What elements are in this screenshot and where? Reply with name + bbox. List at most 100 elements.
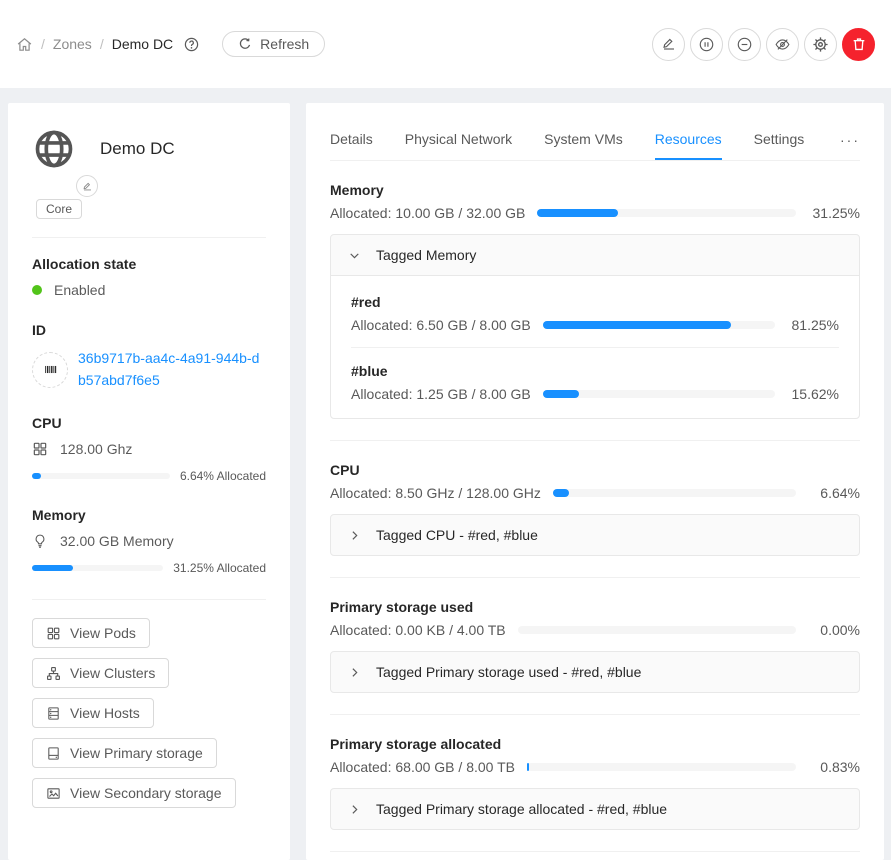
eye-invisible-icon — [774, 36, 791, 53]
tagged-storage-used-header[interactable]: Tagged Primary storage used - #red, #blu… — [331, 652, 859, 692]
breadcrumb: / Zones / Demo DC Refresh — [16, 31, 325, 57]
tag-blue-progressbar — [543, 390, 775, 398]
cpu-field: CPU 128.00 Ghz 6.64% Allocated — [32, 415, 266, 483]
tab-resources[interactable]: Resources — [655, 119, 722, 160]
breadcrumb-current: Demo DC — [112, 36, 173, 52]
button-label: View Clusters — [70, 665, 155, 681]
allocated-text: Allocated: 8.50 GHz / 128.00 GHz — [330, 485, 541, 501]
chevron-right-icon — [348, 666, 361, 679]
pause-button[interactable] — [690, 28, 723, 61]
section-title: CPU — [330, 462, 860, 478]
pencil-icon — [82, 181, 93, 192]
memory-field: Memory 32.00 GB Memory 31.25% Allocated — [32, 507, 266, 575]
percent-label: 0.00% — [808, 622, 860, 638]
button-label: View Hosts — [70, 705, 140, 721]
tagged-storage-allocated-panel: Tagged Primary storage allocated - #red,… — [330, 788, 860, 830]
tag-name: #red — [351, 294, 839, 310]
cpu-percent-label: 6.64% Allocated — [180, 469, 266, 483]
allocated-text: Allocated: 6.50 GB / 8.00 GB — [351, 317, 531, 333]
refresh-button[interactable]: Refresh — [222, 31, 325, 57]
action-buttons — [652, 28, 875, 61]
disable-button[interactable] — [728, 28, 761, 61]
tagged-cpu-header[interactable]: Tagged CPU - #red, #blue — [331, 515, 859, 555]
view-secondary-storage-button[interactable]: View Secondary storage — [32, 778, 236, 808]
button-label: View Pods — [70, 625, 136, 641]
divider — [32, 599, 266, 600]
zone-info-card: Demo DC Core Allocation state Enabled ID — [8, 103, 290, 860]
hdd-icon — [46, 746, 61, 761]
refresh-label: Refresh — [260, 36, 309, 52]
tab-settings[interactable]: Settings — [754, 119, 805, 160]
allocation-state-label: Allocation state — [32, 256, 266, 272]
edit-button[interactable] — [652, 28, 685, 61]
pencil-icon — [661, 36, 677, 52]
delete-button[interactable] — [842, 28, 875, 61]
tag-name: #blue — [351, 363, 839, 379]
tag-red-progressbar — [543, 321, 775, 329]
tagged-row-blue: #blue Allocated: 1.25 GB / 8.00 GB 15.62… — [351, 363, 839, 402]
tab-details[interactable]: Details — [330, 119, 373, 160]
percent-label: 15.62% — [787, 386, 839, 402]
percent-label: 31.25% — [808, 205, 860, 221]
gear-icon — [812, 36, 829, 53]
settings-button[interactable] — [804, 28, 837, 61]
id-label: ID — [32, 322, 266, 338]
view-clusters-button[interactable]: View Clusters — [32, 658, 169, 688]
edit-name-button[interactable] — [76, 175, 98, 197]
allocation-state-field: Allocation state Enabled — [32, 256, 266, 298]
view-pods-button[interactable]: View Pods — [32, 618, 150, 648]
content-area: Demo DC Core Allocation state Enabled ID — [0, 88, 891, 860]
more-tabs-button[interactable]: ··· — [840, 132, 860, 148]
memory-percent-label: 31.25% Allocated — [173, 561, 266, 575]
button-label: View Primary storage — [70, 745, 203, 761]
section-primary-storage-used: Primary storage used Allocated: 0.00 KB … — [330, 599, 860, 693]
tab-physical-network[interactable]: Physical Network — [405, 119, 512, 160]
allocated-text: Allocated: 1.25 GB / 8.00 GB — [351, 386, 531, 402]
allocated-text: Allocated: 0.00 KB / 4.00 TB — [330, 622, 506, 638]
database-icon — [46, 706, 61, 721]
panel-title: Tagged Primary storage allocated - #red,… — [376, 801, 667, 817]
percent-label: 0.83% — [808, 759, 860, 775]
bulb-icon — [32, 533, 48, 549]
divider — [32, 237, 266, 238]
allocated-text: Allocated: 10.00 GB / 32.00 GB — [330, 205, 525, 221]
question-circle-icon[interactable] — [183, 36, 200, 53]
allocated-text: Allocated: 68.00 GB / 8.00 TB — [330, 759, 515, 775]
breadcrumb-separator: / — [41, 36, 45, 52]
divider — [351, 347, 839, 348]
section-title: Primary storage allocated — [330, 736, 860, 752]
chevron-right-icon — [348, 803, 361, 816]
cpu-progressbar — [553, 489, 796, 497]
section-memory: Memory Allocated: 10.00 GB / 32.00 GB 31… — [330, 182, 860, 419]
panel-title: Tagged Primary storage used - #red, #blu… — [376, 664, 641, 680]
copy-id-button[interactable] — [32, 352, 68, 388]
memory-progress — [32, 565, 163, 571]
breadcrumb-zones[interactable]: Zones — [53, 36, 92, 52]
tagged-row-red: #red Allocated: 6.50 GB / 8.00 GB 81.25% — [351, 294, 839, 333]
section-cpu: CPU Allocated: 8.50 GHz / 128.00 GHz 6.6… — [330, 462, 860, 556]
appstore-icon — [46, 626, 61, 641]
tab-system-vms[interactable]: System VMs — [544, 119, 623, 160]
zone-title: Demo DC — [100, 139, 175, 159]
percent-label: 81.25% — [787, 317, 839, 333]
divider — [330, 851, 860, 852]
cpu-progress — [32, 473, 170, 479]
tagged-memory-header[interactable]: Tagged Memory — [331, 235, 859, 275]
page-header: / Zones / Demo DC Refresh — [0, 0, 891, 88]
panel-title: Tagged CPU - #red, #blue — [376, 527, 538, 543]
panel-title: Tagged Memory — [376, 247, 476, 263]
section-title: Memory — [330, 182, 860, 198]
zone-id-link[interactable]: 36b9717b-aa4c-4a91-944b-db57abd7f6e5 — [78, 348, 266, 391]
globe-icon — [32, 127, 76, 171]
barcode-icon — [42, 361, 59, 378]
tagged-storage-allocated-header[interactable]: Tagged Primary storage allocated - #red,… — [331, 789, 859, 829]
memory-label: Memory — [32, 507, 266, 523]
view-primary-storage-button[interactable]: View Primary storage — [32, 738, 217, 768]
home-icon[interactable] — [16, 36, 33, 53]
status-dot — [32, 285, 42, 295]
hide-button[interactable] — [766, 28, 799, 61]
tagged-memory-body: #red Allocated: 6.50 GB / 8.00 GB 81.25%… — [331, 275, 859, 418]
trash-icon — [851, 36, 867, 52]
reload-icon — [238, 37, 252, 51]
view-hosts-button[interactable]: View Hosts — [32, 698, 154, 728]
